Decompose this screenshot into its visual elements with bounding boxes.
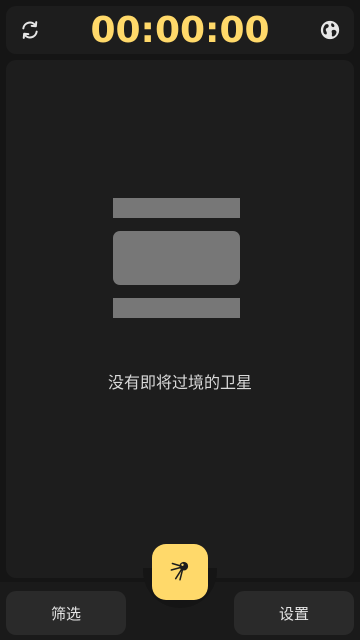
app-root: 00:00:00 没有即将过境的卫星 筛选 设置 (0, 0, 360, 640)
globe-button[interactable] (306, 6, 354, 54)
satellite-icon (167, 557, 193, 587)
empty-list-illustration (113, 198, 240, 318)
top-bar: 00:00:00 (6, 6, 354, 54)
refresh-icon (20, 20, 40, 40)
placeholder-bar-top (113, 198, 240, 218)
settings-button-label: 设置 (278, 604, 309, 623)
refresh-button[interactable] (6, 6, 54, 54)
globe-icon (319, 19, 341, 41)
filter-button-label: 筛选 (50, 604, 81, 623)
placeholder-bar-bottom (113, 298, 240, 318)
main-panel: 没有即将过境的卫星 (6, 60, 354, 578)
settings-button[interactable]: 设置 (234, 591, 354, 635)
countdown-timer: 00:00:00 (90, 10, 270, 51)
filter-button[interactable]: 筛选 (6, 591, 126, 635)
placeholder-card (113, 231, 240, 285)
satellite-fab-button[interactable] (152, 544, 208, 600)
empty-state-message: 没有即将过境的卫星 (107, 373, 252, 392)
